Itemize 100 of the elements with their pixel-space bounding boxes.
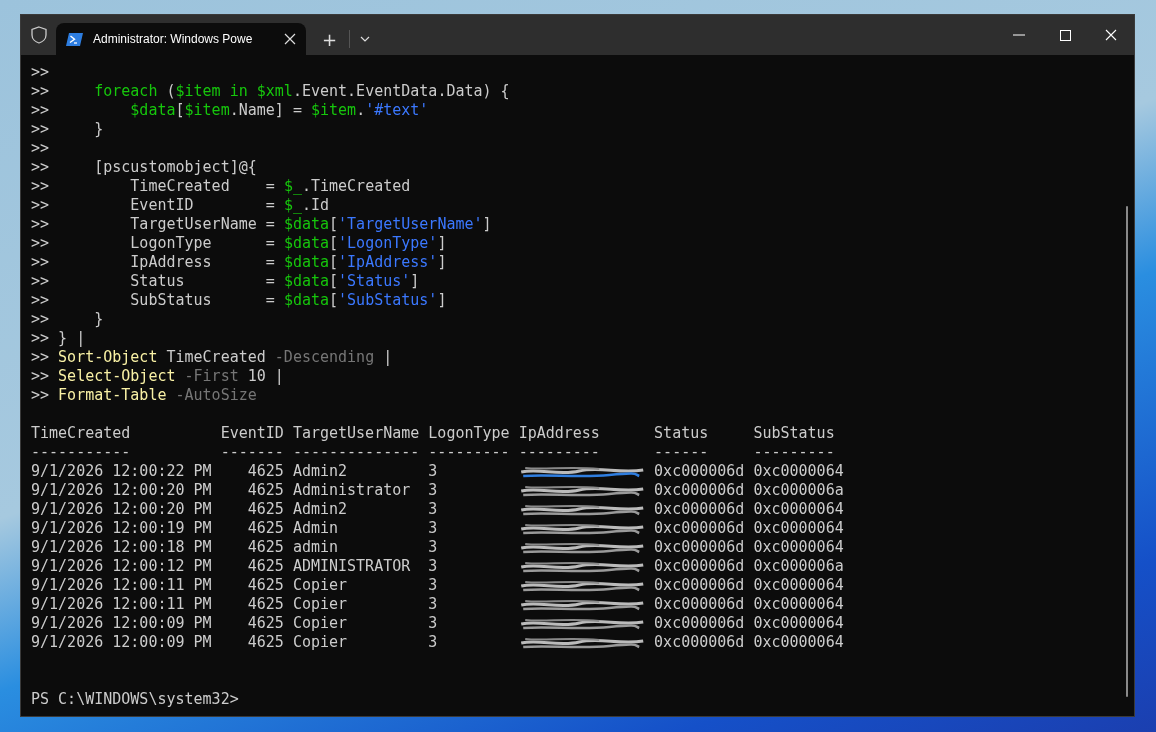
table-cell-text: 4625	[246, 519, 285, 538]
code-line: >> TimeCreated = $_.TimeCreated	[31, 177, 412, 196]
table-cell-text: Admin2	[292, 462, 349, 481]
table-cell-text: 3	[428, 557, 439, 576]
code-line: >>	[31, 63, 51, 82]
close-icon	[1105, 29, 1117, 41]
chevron-down-icon	[360, 36, 371, 42]
table-cell-text: 4625	[246, 595, 285, 614]
table-cell: 0xc0000064	[753, 538, 844, 557]
code-line: >> Select-Object -First 10 |	[31, 367, 285, 386]
table-cell: 0xc0000064	[753, 519, 844, 538]
new-tab-button[interactable]: +	[310, 23, 350, 55]
header-underline: -----------	[31, 443, 132, 462]
table-cell-text: 3	[428, 538, 439, 557]
table-cell-text: 4625	[246, 481, 285, 500]
column-header: EventID	[220, 424, 285, 443]
column-header: Status	[654, 424, 710, 443]
table-cell: 0xc0000064	[753, 462, 844, 481]
table-cell-text: 0xc000006d	[654, 519, 746, 538]
table-cell-text: 4625	[246, 462, 285, 481]
table-cell: 0xc0000064	[753, 595, 844, 614]
table-cell-text: Admin2	[292, 500, 349, 519]
table-cell-text: Copier	[292, 595, 349, 614]
code-line: >> foreach ($item in $xml.Event.EventData.Data) {	[31, 82, 511, 101]
table-cell-text: 9/1/2026 12:00:18 PM	[31, 538, 213, 557]
table-cell-text: 9/1/2026 12:00:20 PM	[31, 481, 213, 500]
code-line: >> TargetUserName = $data['TargetUserName']	[31, 215, 493, 234]
column-header: LogonType	[428, 424, 511, 443]
code-line: >> [pscustomobject]@{	[31, 158, 258, 177]
header-underline: -------	[220, 443, 285, 462]
table-cell-text: Copier	[292, 614, 349, 633]
table-cell: 0xc0000064	[753, 633, 844, 652]
code-line: >> LogonType = $data['LogonType']	[31, 234, 448, 253]
table-cell-text: 9/1/2026 12:00:19 PM	[31, 519, 213, 538]
table-cell-text: 0xc000006d	[654, 595, 746, 614]
table-cell-text: 0xc000006d	[654, 614, 746, 633]
table-cell-text: 3	[428, 462, 439, 481]
table-cell-text: 9/1/2026 12:00:22 PM	[31, 462, 213, 481]
code-line: >> Format-Table -AutoSize	[31, 386, 258, 405]
header-underline: ------	[654, 443, 710, 462]
table-cell-text: 9/1/2026 12:00:09 PM	[31, 614, 213, 633]
table-cell-text: Copier	[292, 633, 349, 652]
table-cell-text: 3	[428, 519, 439, 538]
table-cell-text: 3	[428, 481, 439, 500]
table-cell-text: 3	[428, 595, 439, 614]
table-cell-text: 3	[428, 576, 439, 595]
table-cell-text: 0xc000006d	[654, 557, 746, 576]
minimize-icon	[1013, 34, 1025, 36]
table-cell-text: 0xc000006d	[654, 633, 746, 652]
table-cell-text: 4625	[246, 576, 285, 595]
table-cell-text: 4625	[246, 614, 285, 633]
maximize-icon	[1059, 29, 1071, 41]
code-line: >> Sort-Object TimeCreated -Descending |	[31, 348, 394, 367]
column-header: IpAddress	[518, 424, 601, 443]
table-cell-text: 3	[428, 500, 439, 519]
close-tab-icon[interactable]	[284, 33, 296, 45]
scrollbar[interactable]	[1126, 206, 1128, 697]
code-line: >> EventID = $_.Id	[31, 196, 331, 215]
table-cell-text: Administrator	[292, 481, 412, 500]
header-underline: ---------	[428, 443, 511, 462]
table-cell-text: 0xc000006d	[654, 538, 746, 557]
table-cell-text: ADMINISTRATOR	[292, 557, 412, 576]
table-cell-text: 0xc000006d	[654, 500, 746, 519]
table-cell-text: 0xc000006d	[654, 462, 746, 481]
header-underline: --------------	[292, 443, 421, 462]
code-line: >> IpAddress = $data['IpAddress']	[31, 253, 448, 272]
table-cell-text: 9/1/2026 12:00:12 PM	[31, 557, 213, 576]
table-cell: 0xc0000064	[753, 614, 844, 633]
table-cell: 0xc000006a	[753, 557, 844, 576]
command-prompt: PS C:\WINDOWS\system32>	[31, 690, 240, 709]
table-cell-text: 0xc000006d	[654, 576, 746, 595]
table-cell-text: 0xc000006d	[654, 481, 746, 500]
table-cell-text: 4625	[246, 633, 285, 652]
table-cell-text: 3	[428, 633, 439, 652]
column-header: TimeCreated	[31, 424, 132, 443]
table-cell-text: 9/1/2026 12:00:11 PM	[31, 595, 213, 614]
terminal-tab[interactable]: Administrator: Windows Powe	[56, 23, 306, 55]
table-cell-text: 4625	[246, 538, 285, 557]
code-line: >>	[31, 139, 51, 158]
code-line: >> Status = $data['Status']	[31, 272, 421, 291]
column-header: SubStatus	[753, 424, 836, 443]
header-underline: ---------	[753, 443, 836, 462]
table-cell: 0xc000006a	[753, 481, 844, 500]
code-line: >> $data[$item.Name] = $item.'#text'	[31, 101, 430, 120]
code-line: >> }	[31, 120, 105, 139]
table-cell-text: 3	[428, 614, 439, 633]
table-cell-text: 4625	[246, 557, 285, 576]
table-cell-text: 4625	[246, 500, 285, 519]
table-cell-text: 9/1/2026 12:00:09 PM	[31, 633, 213, 652]
table-cell: 0xc0000064	[753, 576, 844, 595]
code-line: >> SubStatus = $data['SubStatus']	[31, 291, 448, 310]
table-cell-text: Copier	[292, 576, 349, 595]
table-cell-text: admin	[292, 538, 340, 557]
code-line: >> } |	[31, 329, 87, 348]
table-cell-text: Admin	[292, 519, 340, 538]
shield-icon[interactable]	[31, 26, 47, 44]
header-underline: ---------	[518, 443, 601, 462]
tab-title: Administrator: Windows Powe	[93, 32, 254, 46]
powershell-icon	[66, 32, 83, 46]
table-cell: 0xc0000064	[753, 500, 844, 519]
